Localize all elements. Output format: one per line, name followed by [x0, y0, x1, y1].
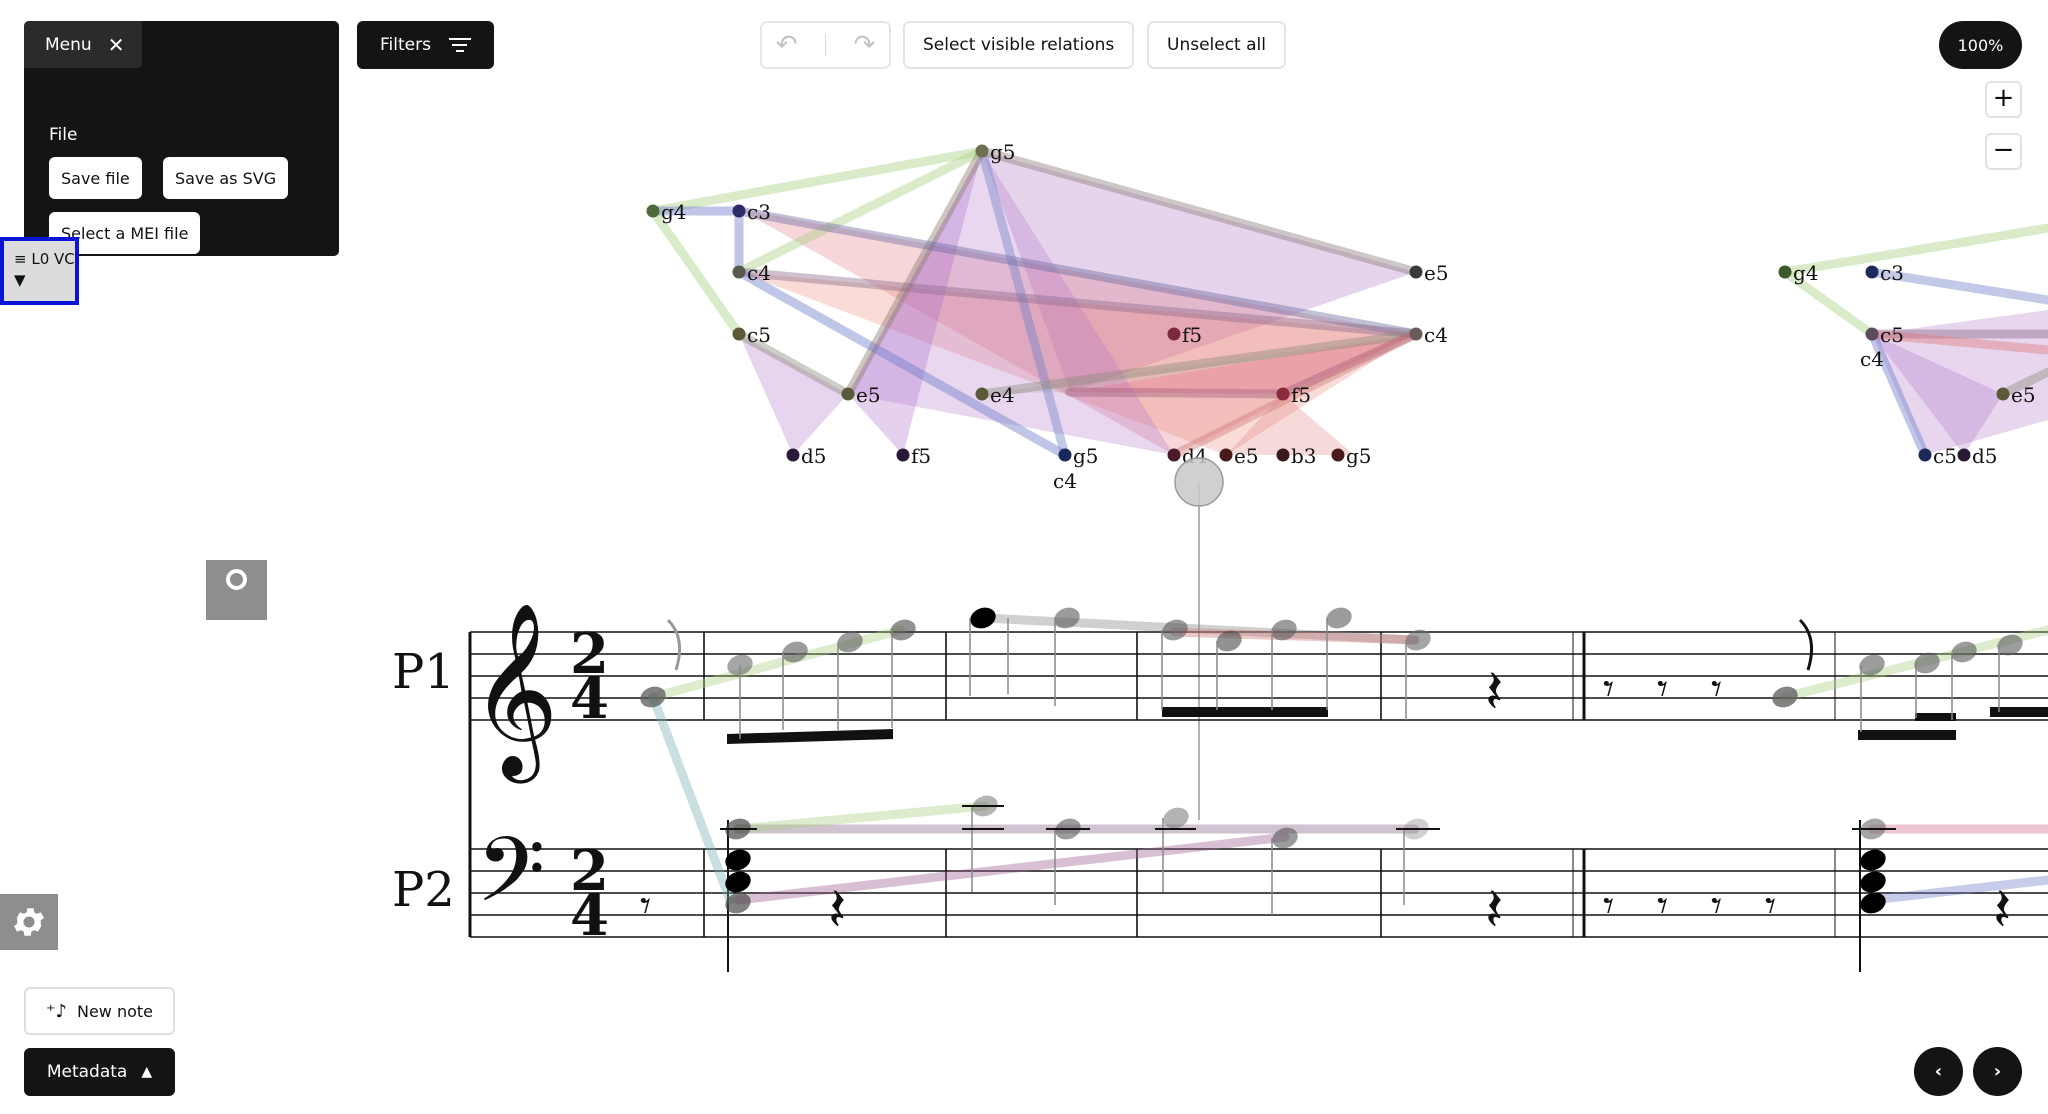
graph-node[interactable]: g4	[1778, 261, 1819, 285]
graph-node-label: c5	[1933, 444, 1957, 468]
graph-node[interactable]: c4	[1860, 347, 1884, 371]
menu-label: Menu	[45, 34, 92, 55]
menu-panel: Menu ✕ File Save file Save as SVG Select…	[24, 21, 339, 256]
select-visible-relations-button[interactable]: Select visible relations	[903, 21, 1135, 69]
svg-text:𝄽: 𝄽	[1993, 875, 2011, 945]
graph-node-label: c3	[747, 200, 771, 224]
staff-p2	[470, 848, 2048, 938]
zoom-out-button[interactable]: −	[1985, 133, 2022, 170]
svg-text:𝄾: 𝄾	[1603, 881, 1614, 930]
level-label: ≡ L0 VC	[14, 250, 75, 268]
graph-node-label: c4	[1860, 347, 1884, 371]
graph-node-label: g5	[990, 140, 1016, 164]
graph-node-label: c5	[747, 323, 771, 347]
graph-node-label: e4	[990, 383, 1015, 407]
graph-node-label: e5	[856, 383, 881, 407]
graph-node[interactable]: c4	[1053, 469, 1077, 493]
rests: 𝄽 𝄽 𝄽 𝄽 𝄾 𝄾 𝄾 𝄾 𝄾 𝄾 𝄾 𝄾	[640, 657, 2011, 945]
gear-icon	[13, 908, 45, 936]
graph-node-label: e5	[1234, 444, 1259, 468]
level-selector[interactable]: ≡ L0 VC ▼	[0, 237, 79, 305]
save-svg-button[interactable]: Save as SVG	[163, 157, 289, 199]
filters-button[interactable]: Filters	[357, 21, 494, 69]
new-note-label: New note	[76, 1001, 154, 1021]
treble-clef-icon: 𝄞	[470, 602, 559, 784]
graph-node-label: d5	[801, 444, 827, 468]
graph-node-label: d5	[1972, 444, 1998, 468]
zoom-in-button[interactable]: +	[1985, 81, 2022, 118]
svg-text:𝄾: 𝄾	[1765, 881, 1776, 930]
graph-node-label: b3	[1291, 444, 1317, 468]
graph-node-label: g5	[1073, 444, 1099, 468]
graph-node-label: f5	[911, 444, 931, 468]
previous-page-button[interactable]: ‹	[1914, 1047, 1963, 1096]
time-sig-bottom-p1: 4	[570, 666, 609, 732]
graph-node-label: f5	[1182, 323, 1202, 347]
graph-node-label: c5	[1880, 323, 1904, 347]
metadata-label: Metadata	[46, 1062, 128, 1082]
graph-node[interactable]: c4	[1409, 323, 1448, 347]
unselect-all-button[interactable]: Unselect all	[1147, 21, 1286, 69]
svg-text:𝄾: 𝄾	[1603, 664, 1614, 713]
beams	[727, 707, 2048, 744]
save-file-button[interactable]: Save file	[49, 157, 142, 199]
metadata-button[interactable]: Metadata ▲	[24, 1048, 175, 1096]
svg-text:𝄾: 𝄾	[1657, 664, 1668, 713]
chevron-up-icon: ▲	[141, 1064, 153, 1080]
divider	[825, 34, 826, 56]
zoom-level-button[interactable]: 100%	[1939, 21, 2022, 69]
new-note-button[interactable]: ⁺♪ New note	[24, 987, 175, 1035]
svg-text:𝄽: 𝄽	[828, 875, 846, 945]
settings-button[interactable]	[0, 894, 58, 950]
graph-node-label: g5	[1346, 444, 1372, 468]
redo-icon[interactable]: ↷	[853, 30, 875, 60]
close-icon[interactable]: ✕	[108, 35, 125, 55]
svg-text:𝄾: 𝄾	[640, 881, 651, 930]
bass-clef-icon: 𝄢	[476, 819, 545, 944]
undo-icon[interactable]: ↶	[776, 30, 798, 60]
graph-node-label: g4	[1793, 261, 1819, 285]
graph-node-label: c4	[747, 261, 771, 285]
filter-icon	[448, 38, 471, 52]
relation-graph: g5g4 c3c4 e5c5 f5 c4e5 e4 f5d5 f5 g5c4d4 e5 b3 g5g4…	[646, 140, 2048, 493]
graph-node[interactable]: g4	[646, 200, 687, 224]
add-note-icon: ⁺♪	[45, 1000, 67, 1022]
svg-text:𝄾: 𝄾	[1711, 664, 1722, 713]
svg-text:𝄾: 𝄾	[1657, 881, 1668, 930]
undo-redo-group: ↶ ↷	[760, 21, 891, 69]
next-page-button[interactable]: ›	[1973, 1047, 2022, 1096]
graph-node-label: e5	[2011, 383, 2036, 407]
graph-node-label: c4	[1053, 469, 1077, 493]
file-section-label: File	[49, 125, 78, 145]
graph-node-label: c3	[1880, 261, 1904, 285]
graph-node[interactable]: c3	[1865, 261, 1904, 285]
relation-face[interactable]	[739, 334, 848, 455]
graph-node-label: f5	[1291, 383, 1311, 407]
svg-text:𝄾: 𝄾	[1711, 881, 1722, 930]
chevron-down-icon: ▼	[14, 271, 26, 289]
part-label-p1: P1	[392, 644, 455, 700]
graph-node[interactable]: e5	[1409, 261, 1449, 285]
graph-node-label: c4	[1424, 323, 1448, 347]
notes	[640, 607, 2023, 915]
graph-node-label: g4	[661, 200, 687, 224]
graph-node-label: e5	[1424, 261, 1449, 285]
svg-text:𝄽: 𝄽	[1485, 657, 1503, 727]
filters-label: Filters	[380, 35, 431, 55]
menu-tab[interactable]: Menu ✕	[24, 21, 142, 68]
part-label-p2: P2	[392, 862, 455, 918]
playhead-handle[interactable]	[1174, 457, 1224, 507]
record-toggle[interactable]	[206, 560, 267, 620]
score-relations	[648, 613, 2048, 905]
svg-text:𝄽: 𝄽	[1485, 875, 1503, 945]
time-sig-bottom-p2: 4	[570, 883, 609, 949]
circle-icon	[226, 569, 247, 590]
